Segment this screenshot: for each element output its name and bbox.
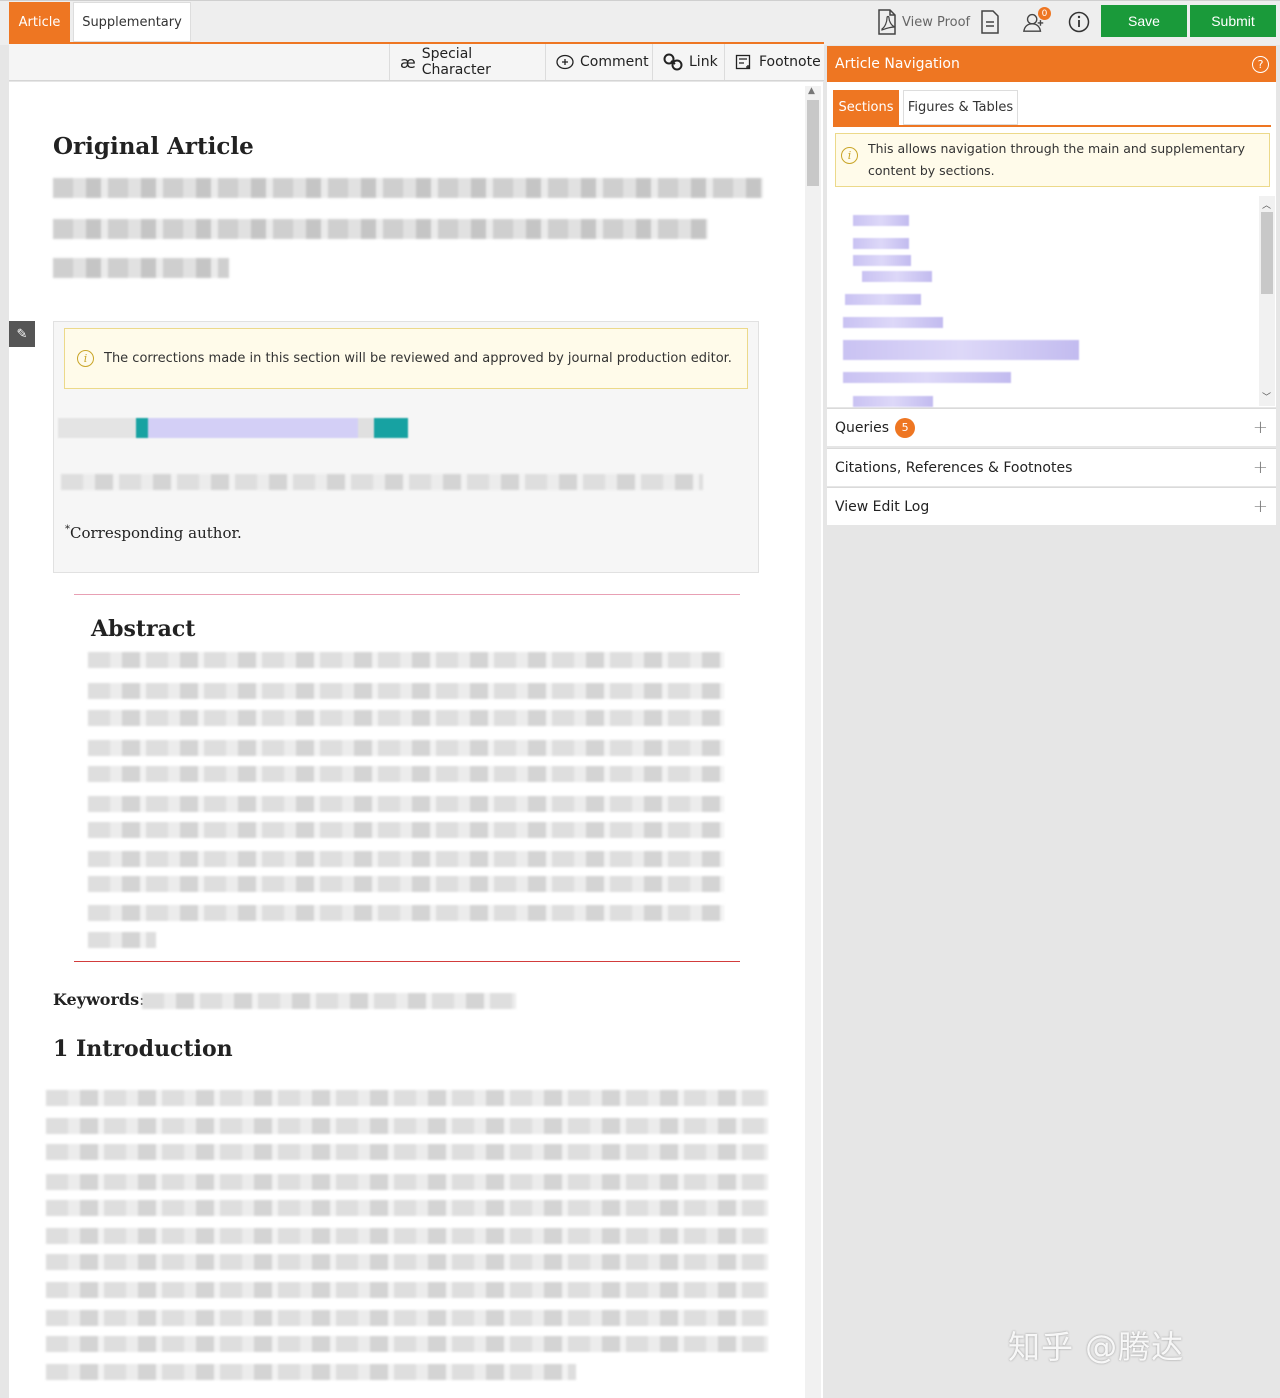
corrections-notice: i The corrections made in this section w… — [64, 328, 748, 389]
footnote-label: Footnote — [759, 54, 821, 70]
article-title-redacted — [53, 219, 708, 239]
article-title-redacted — [53, 258, 229, 278]
special-character-label: Special Character — [421, 46, 491, 78]
editor-toolbar: æ Special Character Comment Link Footnot… — [9, 44, 824, 81]
abstract-heading: Abstract — [91, 616, 196, 642]
editor-scrollbar-thumb[interactable] — [807, 100, 819, 186]
save-button[interactable]: Save — [1101, 5, 1187, 37]
section-tree-item[interactable] — [853, 255, 911, 266]
watermark: 知乎 @腾达 — [1008, 1328, 1185, 1366]
plus-icon[interactable]: + — [1253, 496, 1268, 517]
navigation-notice-text: This allows navigation through the main … — [868, 141, 1246, 178]
editor-scrollbar[interactable]: ▲ — [805, 86, 821, 1398]
view-proof-button[interactable]: View Proof — [876, 8, 970, 36]
queries-label: Queries — [835, 419, 890, 436]
pdf-icon — [878, 9, 896, 35]
corresponding-author-note: *Corresponding author. — [65, 524, 242, 542]
article-title-redacted — [53, 178, 763, 198]
section-tree-scrollbar-thumb[interactable] — [1261, 212, 1273, 294]
section-tree-item[interactable] — [862, 271, 932, 282]
accordion-queries[interactable]: Queries 5 + — [827, 408, 1276, 446]
chevron-down-icon[interactable]: ﹀ — [1262, 390, 1271, 403]
section-tree-item[interactable] — [853, 238, 909, 249]
keywords-redacted — [142, 993, 516, 1009]
affiliation-redacted — [61, 474, 703, 490]
tab-sections[interactable]: Sections — [833, 90, 899, 125]
introduction-heading: 1 Introduction — [53, 1036, 233, 1062]
section-tree-item[interactable] — [843, 372, 1011, 383]
footnote-button[interactable]: Footnote — [724, 44, 824, 80]
tab-supplementary[interactable]: Supplementary — [73, 2, 191, 42]
info-icon[interactable] — [1067, 9, 1091, 35]
notification-badge: 0 — [1038, 7, 1051, 20]
citations-label: Citations, References & Footnotes — [835, 459, 1073, 476]
queries-count-badge: 5 — [895, 417, 916, 438]
plus-icon[interactable]: + — [1253, 417, 1268, 438]
edit-log-label: View Edit Log — [835, 498, 930, 515]
section-tree-item[interactable] — [843, 340, 1079, 360]
info-icon: i — [841, 147, 858, 164]
comment-button[interactable]: Comment — [545, 44, 652, 80]
abstract-bottom-rule — [74, 961, 740, 962]
tab-figures-tables[interactable]: Figures & Tables — [903, 90, 1018, 125]
ae-ligature-icon: æ — [400, 52, 416, 72]
navigation-notice: i This allows navigation through the mai… — [835, 133, 1270, 187]
submit-button[interactable]: Submit — [1190, 5, 1276, 37]
article-type-heading: Original Article — [53, 133, 254, 160]
keywords-label: Keywords: — [53, 990, 145, 1009]
section-tree-item[interactable] — [843, 317, 943, 328]
special-character-button[interactable]: æ Special Character — [389, 44, 545, 80]
section-tree-item[interactable] — [853, 215, 909, 226]
accordion-citations[interactable]: Citations, References & Footnotes + — [827, 448, 1276, 486]
section-tree-scrollbar[interactable]: ︿ ﹀ — [1259, 196, 1275, 406]
section-tree-item[interactable] — [853, 396, 933, 407]
chevron-up-icon[interactable]: ︿ — [1262, 198, 1271, 211]
link-button[interactable]: Link — [652, 44, 724, 80]
link-icon — [663, 53, 683, 71]
tab-article[interactable]: Article — [9, 2, 70, 43]
accordion-edit-log[interactable]: View Edit Log + — [827, 487, 1276, 525]
edit-pencil-icon[interactable]: ✎ — [9, 321, 35, 347]
corrections-notice-text: The corrections made in this section wil… — [104, 351, 732, 366]
article-navigation-title: Article Navigation — [835, 56, 960, 72]
author-names-redacted — [58, 418, 408, 438]
plus-icon[interactable]: + — [1253, 457, 1268, 478]
help-icon[interactable]: ? — [1252, 56, 1269, 73]
info-icon: i — [77, 350, 94, 367]
section-tree-item[interactable] — [845, 294, 921, 305]
scroll-up-icon[interactable]: ▲ — [808, 86, 815, 96]
link-label: Link — [689, 54, 718, 70]
footnote-icon — [735, 54, 751, 70]
document-icon[interactable] — [978, 9, 1002, 35]
abstract-top-rule — [74, 594, 740, 595]
comment-icon — [556, 54, 574, 70]
article-navigation-header: Article Navigation — [827, 46, 1276, 82]
view-proof-label: View Proof — [902, 14, 971, 30]
comment-label: Comment — [580, 54, 649, 70]
nav-tab-underline — [833, 125, 1271, 127]
